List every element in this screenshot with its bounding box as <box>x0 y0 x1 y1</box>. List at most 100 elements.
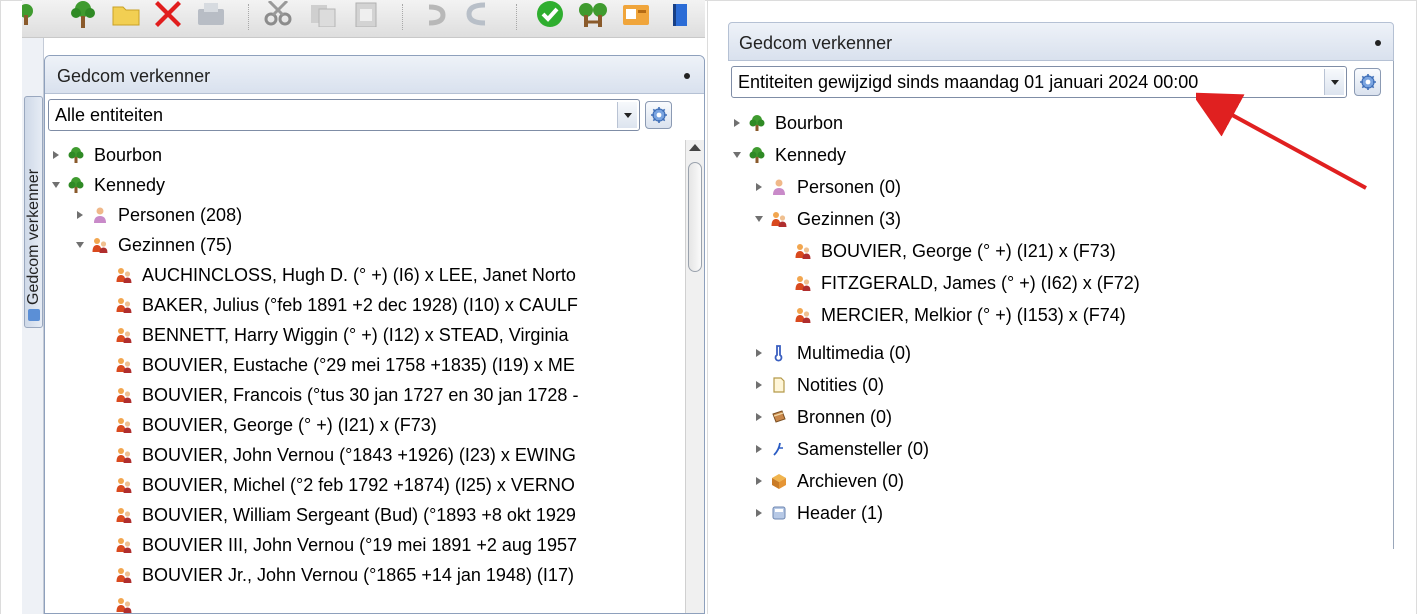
expand-arrow-icon[interactable] <box>51 150 61 160</box>
family-label: AUCHINCLOSS, Hugh D. (° +) (I6) x LEE, J… <box>142 264 576 285</box>
family-row[interactable]: AUCHINCLOSS, Hugh D. (° +) (I6) x LEE, J… <box>115 260 576 290</box>
redo-icon[interactable] <box>462 0 494 28</box>
entity-tree: Bourbon Kennedy Personen (208) Gezinnen … <box>51 140 681 614</box>
family-row[interactable]: BOUVIER Jr., John Vernou (°1865 +14 jan … <box>115 560 574 590</box>
header-icon <box>770 504 788 522</box>
tree-icon[interactable] <box>576 0 610 28</box>
family-label: BENNETT, Harry Wiggin (° +) (I12) x STEA… <box>142 324 569 345</box>
expand-arrow-icon[interactable] <box>754 444 764 454</box>
family-label: BOUVIER, John Vernou (°1843 +1926) (I23)… <box>142 444 576 465</box>
family-row[interactable]: FITZGERALD, James (° +) (I62) x (F72) <box>794 268 1140 298</box>
family-icon <box>115 386 133 404</box>
panel-title-bar: Gedcom verkenner <box>728 22 1394 61</box>
multimedia-icon <box>770 344 788 362</box>
expand-arrow-icon[interactable] <box>754 380 764 390</box>
tree-item-kennedy[interactable]: Kennedy <box>732 140 846 170</box>
tree-item-label: Samensteller (0) <box>797 438 930 459</box>
tree-item-personen[interactable]: Personen (0) <box>754 172 901 202</box>
collapse-arrow-icon[interactable] <box>75 240 85 250</box>
tree-item-header[interactable]: Header (1) <box>754 498 883 528</box>
family-row[interactable]: BOUVIER III, John Vernou (°19 mei 1891 +… <box>115 530 577 560</box>
cut-icon[interactable] <box>262 0 296 28</box>
family-icon <box>115 566 133 584</box>
tree-item-label: Personen (0) <box>797 176 902 197</box>
tree-item-samensteller[interactable]: Samensteller (0) <box>754 434 929 464</box>
id-card-icon[interactable] <box>620 0 652 28</box>
expand-arrow-icon[interactable] <box>754 348 764 358</box>
family-label: FITZGERALD, James (° +) (I62) x (F72) <box>821 272 1140 293</box>
panel-menu-dot[interactable] <box>684 73 690 79</box>
expand-arrow-icon[interactable] <box>754 508 764 518</box>
panel-menu-dot[interactable] <box>1375 40 1381 46</box>
panel-title: Gedcom verkenner <box>739 33 893 53</box>
family-row[interactable]: BOUVIER, Michel (°2 feb 1792 +1874) (I25… <box>115 470 575 500</box>
collapse-arrow-icon[interactable] <box>51 180 61 190</box>
check-icon[interactable] <box>534 0 566 28</box>
tree-item-label: Header (1) <box>797 502 884 523</box>
paste-icon[interactable] <box>350 0 382 28</box>
tree-add-icon[interactable] <box>22 0 36 28</box>
collapse-arrow-icon[interactable] <box>732 150 742 160</box>
tree-item-personen[interactable]: Personen (208) <box>75 200 242 230</box>
tree-icon <box>748 114 766 132</box>
copy-icon[interactable] <box>308 0 340 28</box>
family-icon <box>115 326 133 344</box>
tree-item-label: Gezinnen (3) <box>797 208 902 229</box>
family-icon <box>115 416 133 434</box>
chevron-down-icon[interactable] <box>617 102 637 128</box>
entity-filter-select[interactable]: Alle entiteiten <box>48 99 640 131</box>
tree-item-multimedia[interactable]: Multimedia (0) <box>754 338 911 368</box>
undo-icon[interactable] <box>420 0 452 28</box>
delete-icon[interactable] <box>152 0 184 28</box>
family-row[interactable]: BOUVIER, William Sergeant (Bud) (°1893 +… <box>115 500 576 530</box>
family-row[interactable]: BOUVIER, Francois (°tus 30 jan 1727 en 3… <box>115 380 578 410</box>
center-divider <box>707 0 708 614</box>
family-row-partial[interactable] <box>115 590 142 614</box>
expand-arrow-icon[interactable] <box>754 182 764 192</box>
family-label: BOUVIER, William Sergeant (Bud) (°1893 +… <box>142 504 576 525</box>
expand-arrow-icon[interactable] <box>754 476 764 486</box>
tree-item-bourbon[interactable]: Bourbon <box>732 108 843 138</box>
gedcom-explorer-panel-left: Gedcom verkenner Alle entiteiten Bourbon… <box>44 55 705 614</box>
tree-item-notities[interactable]: Notities (0) <box>754 370 884 400</box>
side-tab-gedcom-verkenner[interactable]: Gedcom verkenner <box>24 96 43 328</box>
family-icon <box>115 356 133 374</box>
family-icon <box>770 210 788 228</box>
tree-item-gezinnen[interactable]: Gezinnen (3) <box>754 204 901 234</box>
family-icon <box>115 536 133 554</box>
family-icon <box>115 296 133 314</box>
tree-item-kennedy[interactable]: Kennedy <box>51 170 165 200</box>
tree-item-bourbon[interactable]: Bourbon <box>51 140 162 170</box>
family-icon <box>115 506 133 524</box>
book-icon[interactable] <box>670 0 690 28</box>
family-row[interactable]: BENNETT, Harry Wiggin (° +) (I12) x STEA… <box>115 320 568 350</box>
family-row[interactable]: BOUVIER, George (° +) (I21) x (F73) <box>115 410 437 440</box>
side-strip: Gedcom verkenner <box>22 38 44 614</box>
collapse-arrow-icon[interactable] <box>754 214 764 224</box>
expand-arrow-icon[interactable] <box>732 118 742 128</box>
tree-item-gezinnen[interactable]: Gezinnen (75) <box>75 230 232 260</box>
vertical-scrollbar[interactable] <box>685 140 704 613</box>
folder-icon[interactable] <box>110 0 142 28</box>
family-row[interactable]: BOUVIER, Eustache (°29 mei 1758 +1835) (… <box>115 350 575 380</box>
scroll-up-arrow-icon[interactable] <box>689 144 701 151</box>
family-icon <box>794 242 812 260</box>
tree-item-bronnen[interactable]: Bronnen (0) <box>754 402 892 432</box>
filter-settings-button[interactable] <box>645 101 672 129</box>
save-icon[interactable] <box>194 0 228 28</box>
family-label: BOUVIER, Michel (°2 feb 1792 +1874) (I25… <box>142 474 575 495</box>
family-row[interactable]: BOUVIER, George (° +) (I21) x (F73) <box>794 236 1116 266</box>
tree-item-label: Bourbon <box>94 144 163 165</box>
tree-item-archieven[interactable]: Archieven (0) <box>754 466 904 496</box>
expand-arrow-icon[interactable] <box>75 210 85 220</box>
family-row[interactable]: MERCIER, Melkior (° +) (I153) x (F74) <box>794 300 1126 330</box>
gear-icon <box>650 106 668 124</box>
family-row[interactable]: BOUVIER, John Vernou (°1843 +1926) (I23)… <box>115 440 576 470</box>
expand-arrow-icon[interactable] <box>754 412 764 422</box>
scrollbar-thumb[interactable] <box>688 162 702 272</box>
tree-icon[interactable] <box>66 0 100 28</box>
tree-item-label: Notities (0) <box>797 374 885 395</box>
tree-icon <box>67 176 85 194</box>
family-label: MERCIER, Melkior (° +) (I153) x (F74) <box>821 304 1126 325</box>
family-row[interactable]: BAKER, Julius (°feb 1891 +2 dec 1928) (I… <box>115 290 578 320</box>
